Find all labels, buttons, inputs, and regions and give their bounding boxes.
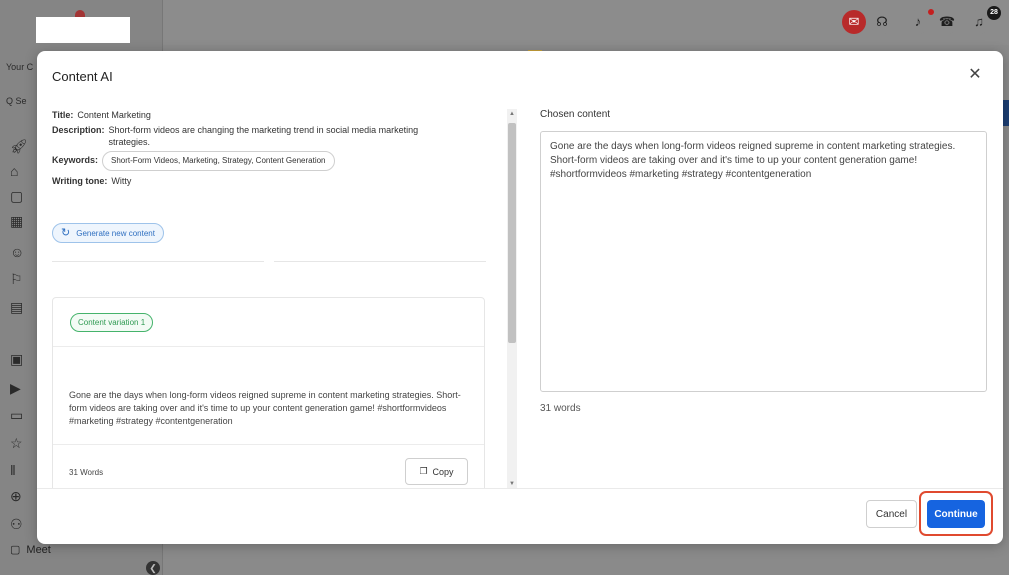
variation-text: Gone are the days when long-form videos …	[69, 390, 461, 426]
continue-button[interactable]: Continue	[927, 500, 985, 528]
meta-tone-value: Witty	[111, 176, 132, 186]
flag-icon[interactable]: ⚐	[10, 271, 26, 287]
divider	[53, 346, 484, 347]
modal-title: Content AI	[52, 69, 113, 84]
chosen-content-pane: Chosen content Gone are the days when lo…	[540, 109, 990, 414]
chat-icon[interactable]: ▢	[10, 188, 26, 204]
meta-tone-label: Writing tone:	[52, 176, 108, 186]
divider	[53, 444, 484, 445]
notification-dot	[928, 9, 934, 15]
message-icon[interactable]: ▣	[10, 351, 26, 367]
scroll-down-icon[interactable]: ▼	[507, 481, 517, 487]
mail-icon[interactable]: ✉	[842, 10, 866, 34]
refresh-icon: ↻	[61, 227, 71, 239]
footer-divider	[37, 488, 1003, 489]
scroll-up-icon[interactable]: ▲	[507, 111, 517, 117]
chosen-content-textarea[interactable]: Gone are the days when long-form videos …	[540, 131, 987, 392]
meta-description-label: Description:	[52, 125, 105, 135]
meta-title: Title: Content Marketing	[52, 109, 500, 121]
divider	[52, 261, 264, 262]
meta-title-label: Title:	[52, 110, 74, 120]
phone-icon[interactable]: ☎	[935, 10, 959, 34]
copy-button-label: Copy	[432, 466, 454, 477]
rocket-icon[interactable]: 🚀︎	[10, 138, 28, 154]
sidebar-item-label: Meet	[26, 543, 51, 556]
chosen-content-label: Chosen content	[540, 109, 611, 120]
calendar-icon[interactable]: ▦	[10, 213, 26, 229]
meta-tone: Writing tone: Witty	[52, 175, 500, 187]
notification-badge: 28	[987, 6, 1001, 20]
meta-description: Description: Short-form videos are chang…	[52, 124, 500, 148]
variation-badge[interactable]: Content variation 1	[70, 313, 154, 332]
chosen-word-count: 31 words	[540, 403, 581, 414]
monitor-icon[interactable]: ▭	[10, 407, 26, 423]
meta-keywords: Keywords: Short-Form Videos, Marketing, …	[52, 151, 500, 171]
users-icon[interactable]: ☺	[10, 244, 26, 260]
content-generator-pane: Title: Content Marketing Description: Sh…	[52, 109, 500, 489]
card-icon[interactable]: ▤	[10, 299, 26, 315]
sidebar-item-meet[interactable]: ▢ Meet	[10, 543, 51, 557]
bar-chart-icon[interactable]: ‖	[10, 462, 26, 478]
content-ai-modal: Content AI ✕ Title: Content Marketing De…	[37, 51, 1003, 544]
scroll-thumb[interactable]	[508, 123, 516, 343]
cast-icon: ▢	[10, 544, 21, 556]
home-icon[interactable]: ⌂	[10, 163, 26, 179]
divider	[274, 261, 486, 262]
meta-title-value: Content Marketing	[77, 110, 151, 120]
generate-new-content-button[interactable]: ↻ Generate new content	[52, 223, 164, 243]
logo	[36, 17, 130, 43]
close-icon[interactable]: ✕	[967, 67, 983, 83]
play-icon[interactable]: ▶	[10, 380, 26, 396]
collapse-sidebar-icon[interactable]: ❮	[146, 561, 160, 575]
cancel-button[interactable]: Cancel	[866, 500, 917, 528]
zoom-icon[interactable]: ⊕	[10, 488, 26, 504]
sidebar-search-label[interactable]: Q Se	[6, 96, 27, 106]
left-pane-scrollbar[interactable]: ▲ ▼	[507, 109, 517, 489]
sidebar-selector-label[interactable]: Your C	[6, 62, 33, 72]
meta-description-value: Short-form videos are changing the marke…	[108, 125, 419, 147]
variation-word-count: 31 Words	[69, 468, 104, 477]
team-icon[interactable]: ⚇	[10, 516, 26, 532]
support-icon[interactable]: ☊	[870, 10, 894, 34]
copy-button[interactable]: ❐ Copy	[405, 458, 468, 485]
meta-keywords-label: Keywords:	[52, 155, 99, 165]
keywords-pill: Short-Form Videos, Marketing, Strategy, …	[102, 151, 335, 171]
star-icon[interactable]: ☆	[10, 435, 26, 451]
generate-button-label: Generate new content	[76, 228, 155, 238]
copy-icon: ❐	[419, 466, 428, 476]
content-variation-card: Content variation 1 Gone are the days wh…	[52, 297, 485, 489]
megaphone-icon[interactable]: ♪	[906, 10, 930, 34]
